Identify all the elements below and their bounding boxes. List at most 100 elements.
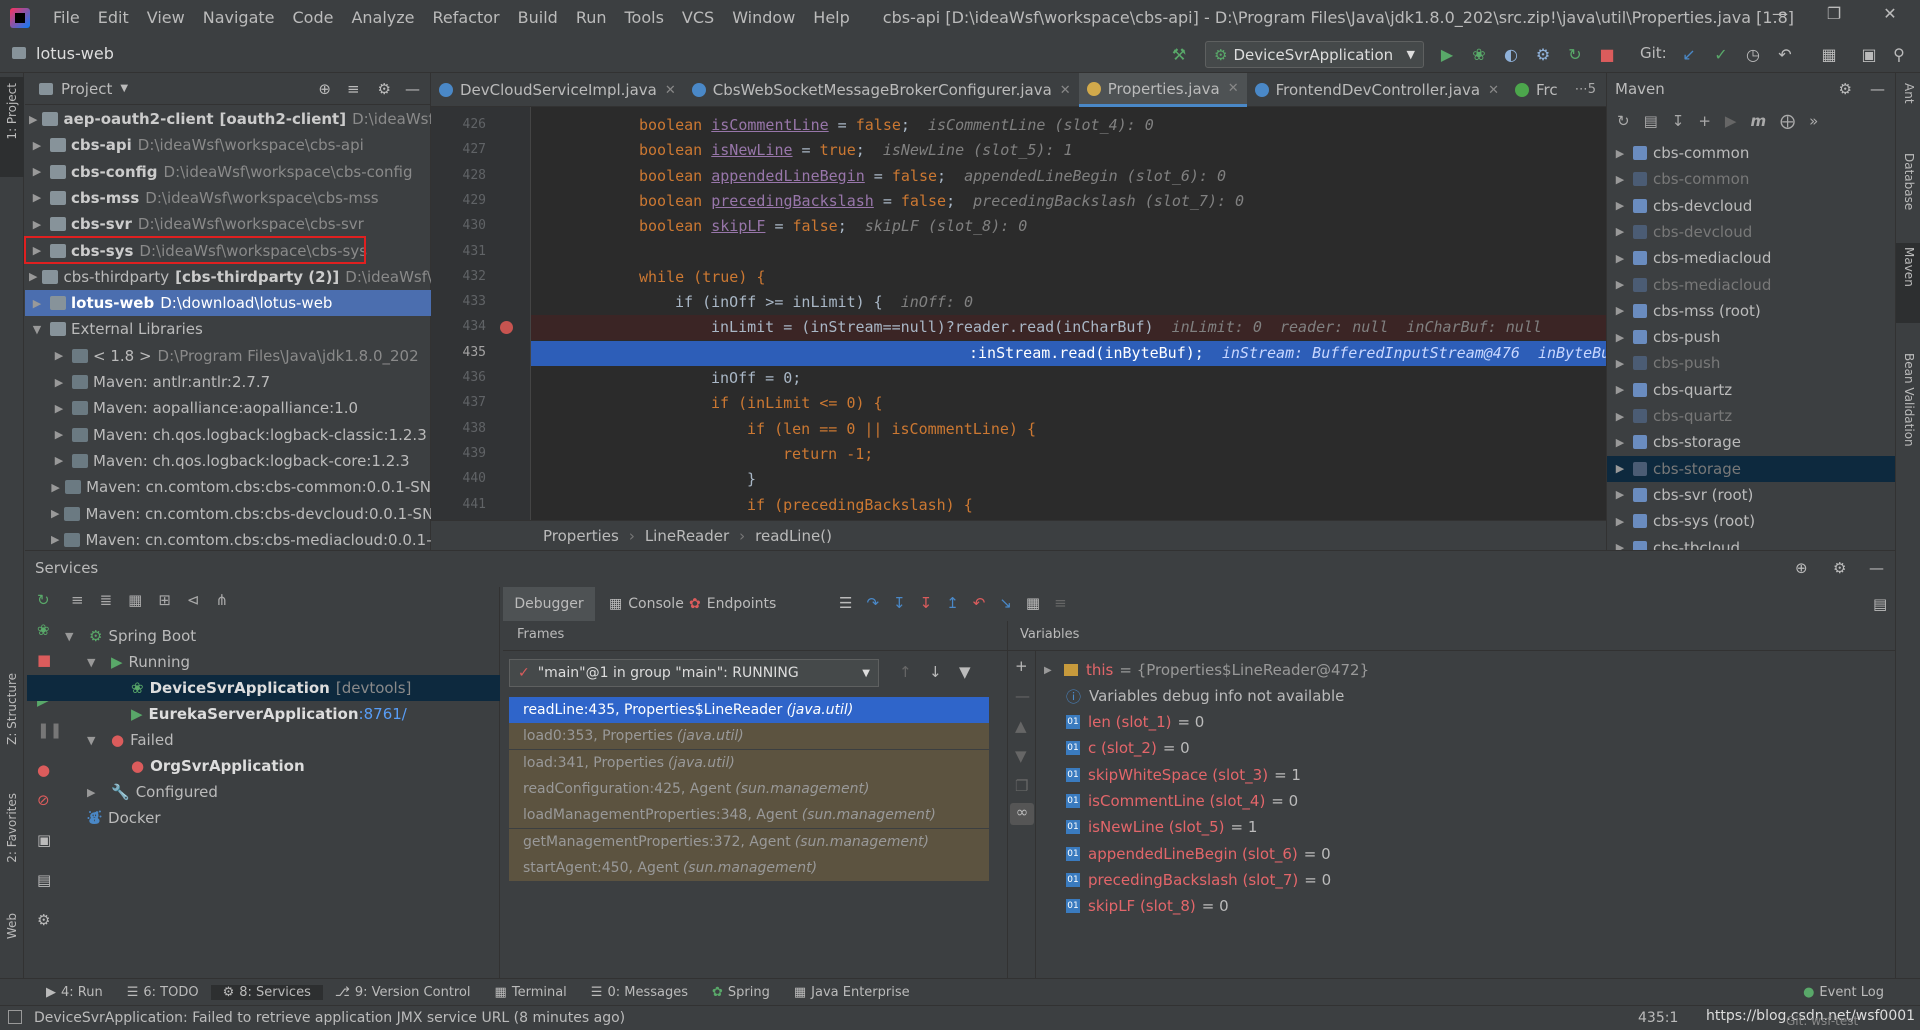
code-line[interactable]: boolean appendedLineBegin = false; appen… (531, 164, 1606, 189)
tree-node-spring-boot[interactable]: ▼ ⚙ Spring Boot (65, 623, 196, 649)
variable-row[interactable]: 01 isNewLine (slot_5) = 1 (1066, 814, 1257, 840)
project-tree-row[interactable]: ▶ cbs-config D:\ideaWsf\workspace\cbs-conf… (25, 159, 431, 185)
remove-watch-icon[interactable]: — (1015, 687, 1030, 705)
code-line[interactable]: boolean skipLF = false; skipLF (slot_8):… (531, 214, 1606, 239)
add-watch-icon[interactable]: + (1015, 657, 1028, 675)
tab-run[interactable]: ▶ 4: Run (34, 985, 115, 1000)
stack-frame[interactable]: startAgent:450, Agent (sun.management) (509, 854, 989, 881)
project-tree-row[interactable]: ▶ Maven: aopalliance:aopalliance:1.0 (25, 395, 431, 421)
tree-node-eureka[interactable]: ▶ EurekaServerApplication :8761/ (131, 701, 407, 727)
project-tree-row[interactable]: ▶ Maven: ch.qos.logback:logback-classic:1… (25, 422, 431, 448)
chevron-right-icon[interactable]: ▶ (1607, 515, 1633, 528)
project-panel-title[interactable]: Project (61, 80, 112, 98)
close-tab-icon[interactable]: ✕ (1488, 83, 1499, 98)
build-hammer-icon[interactable]: ⚒ (1168, 43, 1190, 65)
project-breadcrumb[interactable]: lotus-web (36, 44, 114, 63)
tab-console[interactable]: ▦ Console (609, 587, 684, 621)
code-line[interactable]: boolean isCommentLine = false; isComment… (531, 113, 1606, 138)
profile-icon[interactable]: ⚙ (1532, 43, 1554, 65)
step-over-icon[interactable]: ↷ (866, 594, 879, 612)
chevron-right-icon[interactable]: ▶ (29, 139, 45, 152)
project-stripe-button[interactable]: 1: Project (0, 77, 24, 177)
maven-project-row[interactable]: ▶ cbs-svr (root) (1607, 482, 1895, 508)
breakpoint-line[interactable]: inLimit = (inStream==null)?reader.read(i… (531, 315, 1606, 341)
expand-all-icon[interactable]: ≡ (71, 591, 84, 609)
current-execution-line[interactable]: :inStream.read(inByteBuf); inStream: Buf… (531, 340, 1606, 366)
code-line[interactable]: while (true) { (531, 265, 1606, 290)
menu-file[interactable]: File (44, 8, 89, 27)
menu-refactor[interactable]: Refactor (424, 8, 509, 27)
hide-panel-icon[interactable]: — (405, 80, 420, 98)
line-number[interactable]: 431 (431, 244, 486, 259)
drop-frame-icon[interactable]: ↶ (973, 594, 986, 612)
maven-project-row[interactable]: ▶ cbs-push (1607, 324, 1895, 350)
rollback-icon[interactable]: ↶ (1774, 43, 1796, 65)
maven-project-row[interactable]: ▶ cbs-push (1607, 350, 1895, 376)
project-tree-row[interactable]: ▶ cbs-thirdparty [cbs-thirdparty (2)] D:\id… (25, 264, 431, 290)
tab-debugger[interactable]: Debugger (503, 587, 595, 621)
stack-frame[interactable]: loadManagementProperties:348, Agent (sun.… (509, 802, 989, 829)
debug-icon[interactable]: ❀ (1468, 43, 1490, 65)
project-tree-row[interactable]: ▼ External Libraries (25, 316, 431, 342)
line-number[interactable]: 436 (431, 370, 486, 385)
tab-java-enterprise[interactable]: ▦ Java Enterprise (782, 985, 922, 1000)
project-tree-row[interactable]: ▶ < 1.8 > D:\Program Files\Java\jdk1.8.0_2… (25, 343, 431, 369)
tab-version-control[interactable]: ⎇ 9: Version Control (323, 985, 483, 1000)
stop-icon[interactable]: ■ (1596, 43, 1618, 65)
run-goal-icon[interactable]: ▶ (1725, 112, 1737, 130)
tree-node-failed[interactable]: ▼ ● Failed (87, 727, 174, 753)
close-icon[interactable]: ✕ (1876, 4, 1904, 30)
database-stripe-button[interactable]: Database (1902, 153, 1916, 210)
project-tree-row[interactable]: ▶ cbs-svr D:\ideaWsf\workspace\cbs-svr (25, 211, 431, 237)
chevron-right-icon[interactable]: ▶ (29, 113, 37, 126)
tree-node-docker[interactable]: ⛇ Docker (87, 805, 161, 831)
new-service-icon[interactable]: ⊞ (158, 591, 171, 609)
menu-window[interactable]: Window (723, 8, 804, 27)
code-line[interactable]: if (inLimit <= 0) { (531, 391, 1606, 416)
line-number[interactable]: 426 (431, 117, 486, 132)
toggle-offline-icon[interactable]: ⨁ (1780, 112, 1795, 130)
hide-panel-icon[interactable]: — (1870, 80, 1885, 98)
project-tree-row[interactable]: ▶ cbs-mss D:\ideaWsf\workspace\cbs-mss (25, 185, 431, 211)
chevron-right-icon[interactable]: ▶ (1607, 147, 1633, 160)
variable-row[interactable]: 01 skipLF (slot_8) = 0 (1066, 893, 1229, 919)
locate-icon[interactable]: ⊕ (318, 80, 331, 98)
up-arrow-icon[interactable]: ↑ (899, 663, 912, 681)
menu-run[interactable]: Run (567, 8, 616, 27)
editor-tab[interactable]: CbsWebSocketMessageBrokerConfigurer.java… (684, 73, 1079, 107)
run-icon[interactable]: ▶ (1436, 43, 1458, 65)
close-tab-icon[interactable]: ✕ (1060, 83, 1071, 98)
chevron-right-icon[interactable]: ▶ (1607, 410, 1633, 423)
restore-icon[interactable]: ❐ (1820, 4, 1848, 30)
line-number[interactable]: 432 (431, 269, 486, 284)
line-number[interactable]: 433 (431, 294, 486, 309)
tab-messages[interactable]: ☰ 0: Messages (579, 985, 700, 1000)
editor-tab[interactable]: FrontendDevController.java ✕ (1247, 73, 1507, 107)
chevron-right-icon[interactable]: ▶ (1607, 304, 1633, 317)
add-icon[interactable]: + (1698, 112, 1711, 130)
show-watches-icon[interactable]: ∞ (1010, 803, 1034, 825)
tab-spring[interactable]: ✿ Spring (700, 985, 782, 1000)
down-arrow-icon[interactable]: ↓ (929, 663, 942, 681)
maven-stripe-button[interactable]: Maven (1896, 243, 1920, 323)
search-icon[interactable]: ⚲ (1888, 43, 1910, 65)
chevron-right-icon[interactable]: ▶ (1607, 252, 1633, 265)
maven-project-row[interactable]: ▶ cbs-quartz (1607, 403, 1895, 429)
variable-row[interactable]: 01 appendedLineBegin (slot_6) = 0 (1066, 841, 1331, 867)
line-number[interactable]: 439 (431, 446, 486, 461)
minimize-icon[interactable]: — (1766, 4, 1794, 30)
move-up-icon[interactable]: ▲ (1015, 717, 1027, 735)
project-tree-row[interactable]: ▶ lotus-web D:\download\lotus-web (25, 290, 431, 317)
breadcrumb-inner-class[interactable]: LineReader (645, 527, 729, 545)
tree-icon[interactable]: ⋔ (216, 591, 229, 609)
code-line[interactable]: if (precedingBackslash) { (531, 493, 1606, 518)
breadcrumb-class[interactable]: Properties (543, 527, 619, 545)
maven-project-row[interactable]: ▶ cbs-sys (root) (1607, 508, 1895, 534)
reimport-icon[interactable]: ↻ (1617, 112, 1630, 130)
project-tree-row[interactable]: ▶ Maven: ch.qos.logback:logback-core:1.2.… (25, 448, 431, 474)
project-tree-row[interactable]: ▶ Maven: cn.comtom.cbs:cbs-common:0.0.1-S… (25, 474, 431, 500)
coverage-icon[interactable]: ◐ (1500, 43, 1522, 65)
web-stripe-button[interactable]: Web (5, 913, 19, 939)
editor-tab[interactable]: DevCloudServiceImpl.java ✕ (431, 73, 684, 107)
line-number[interactable]: 438 (431, 421, 486, 436)
